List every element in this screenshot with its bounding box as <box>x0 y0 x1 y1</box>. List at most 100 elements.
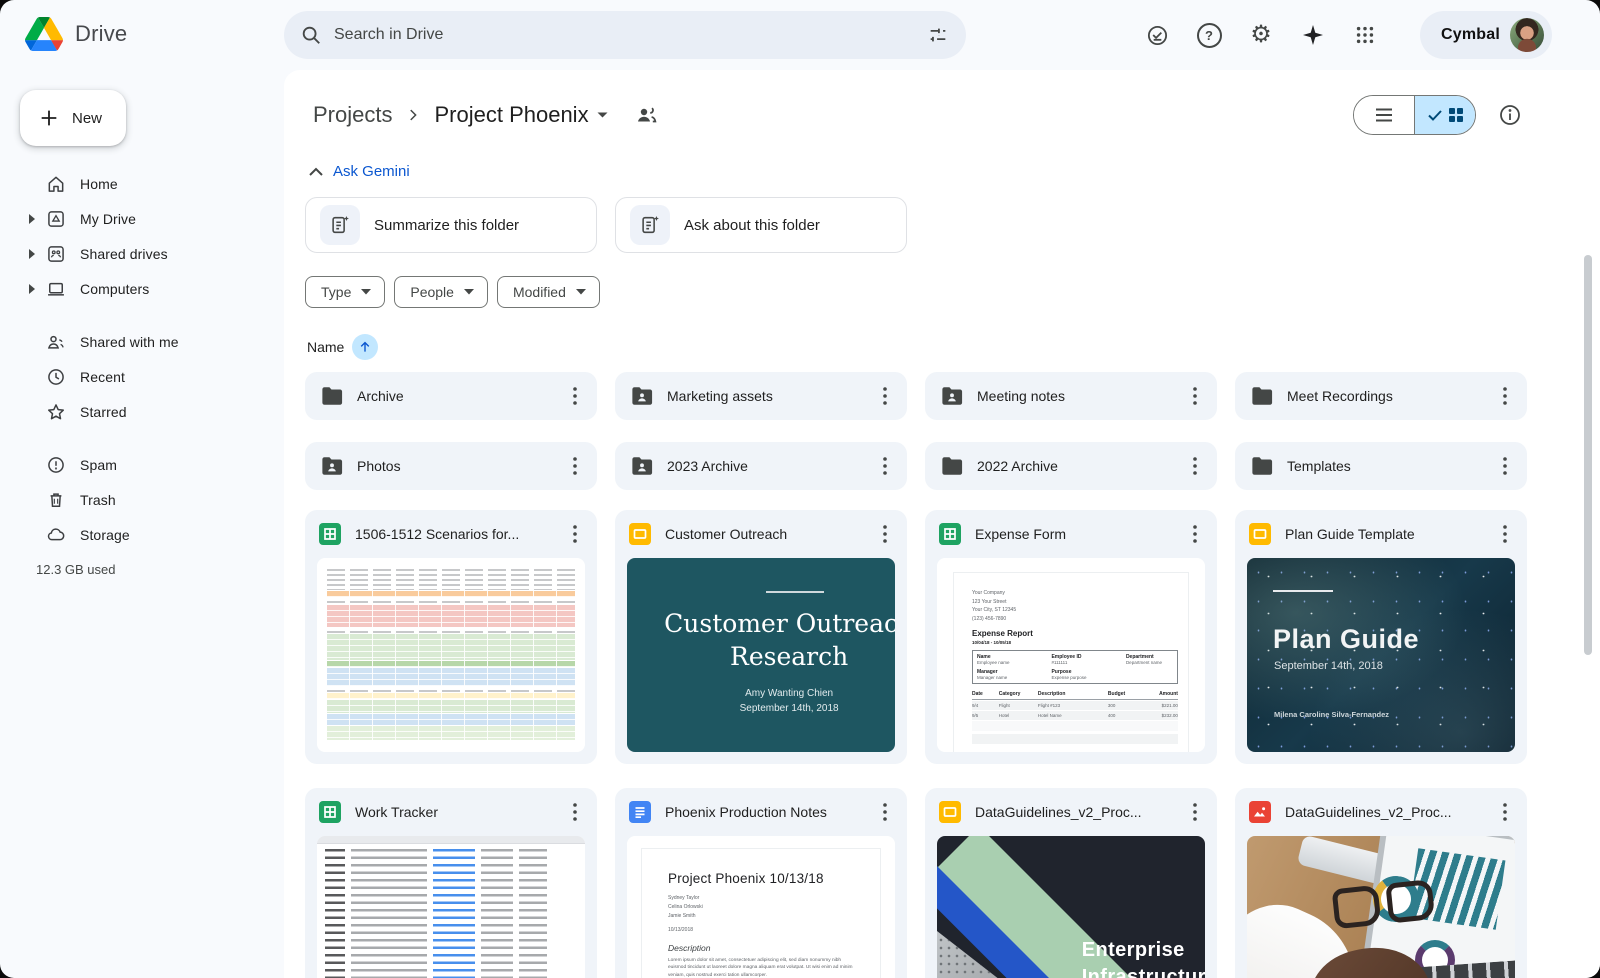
sidebar-item-label: Recent <box>80 369 125 385</box>
thumb-decoration <box>327 726 575 740</box>
slide-byline: Milena Caroline Silva-Fernandez <box>1274 710 1389 719</box>
more-options-icon[interactable] <box>1489 380 1521 412</box>
file-card[interactable]: Plan Guide Template Plan Guide September… <box>1235 510 1527 764</box>
shared-drives-icon <box>45 244 66 264</box>
arrow-up-icon[interactable] <box>352 334 378 360</box>
type-filter-chip[interactable]: Type <box>305 276 385 308</box>
file-card[interactable]: 1506-1512 Scenarios for... <box>305 510 597 764</box>
manage-members-icon[interactable] <box>634 103 658 127</box>
more-options-icon[interactable] <box>869 450 901 482</box>
file-card[interactable]: Customer Outreach Customer OutreachResea… <box>615 510 907 764</box>
file-card[interactable]: Work Tracker <box>305 788 597 978</box>
avatar[interactable] <box>1510 18 1544 52</box>
more-options-icon[interactable] <box>559 450 591 482</box>
plus-icon <box>38 107 60 129</box>
slide-title: Plan Guide <box>1273 624 1419 655</box>
people-filter-chip[interactable]: People <box>394 276 488 308</box>
file-card[interactable]: Expense Form Your Company 123 Your Stree… <box>925 510 1217 764</box>
file-card[interactable]: Phoenix Production Notes Project Phoenix… <box>615 788 907 978</box>
folder-tile[interactable]: Meeting notes <box>925 372 1217 420</box>
more-options-icon[interactable] <box>1179 518 1211 550</box>
more-options-icon[interactable] <box>1489 796 1521 828</box>
gemini-sparkle-icon[interactable] <box>1293 15 1333 55</box>
more-options-icon[interactable] <box>1179 380 1211 412</box>
thumb-decoration <box>327 634 575 660</box>
help-icon[interactable]: ? <box>1189 15 1229 55</box>
advanced-search-tune-icon[interactable] <box>918 15 958 55</box>
thumb-decoration <box>972 734 1178 744</box>
file-card[interactable]: DataGuidelines_v2_Proc... <box>1235 788 1527 978</box>
more-options-icon[interactable] <box>559 796 591 828</box>
settings-gear-icon[interactable]: ⚙ <box>1241 15 1281 55</box>
storage-used-text: 12.3 GB used <box>0 552 272 577</box>
folder-tile[interactable]: 2023 Archive <box>615 442 907 490</box>
sidebar-item-home[interactable]: Home <box>0 166 272 201</box>
more-options-icon[interactable] <box>869 518 901 550</box>
search-bar[interactable] <box>284 11 966 59</box>
ask-gemini-toggle[interactable]: Ask Gemini <box>284 135 1600 180</box>
sidebar-item-storage[interactable]: Storage <box>0 517 272 552</box>
expand-chevron-icon[interactable] <box>28 284 45 294</box>
folder-tile[interactable]: Meet Recordings <box>1235 372 1527 420</box>
breadcrumb-current[interactable]: Project Phoenix <box>426 98 615 132</box>
sidebar-item-trash[interactable]: Trash <box>0 482 272 517</box>
grid-view-button-selected[interactable] <box>1414 96 1475 134</box>
folder-tile[interactable]: Photos <box>305 442 597 490</box>
filter-chips: Type People Modified <box>305 276 1600 308</box>
more-options-icon[interactable] <box>1179 450 1211 482</box>
folder-tile[interactable]: 2022 Archive <box>925 442 1217 490</box>
name-sort-control[interactable]: Name <box>307 334 1600 360</box>
sidebar-item-shared-with-me[interactable]: Shared with me <box>0 324 272 359</box>
more-options-icon[interactable] <box>1489 450 1521 482</box>
doc-sparkle-icon <box>630 205 670 245</box>
thumb-text: Your Company <box>972 589 1188 598</box>
sidebar-item-starred[interactable]: Starred <box>0 394 272 429</box>
folder-tile[interactable]: Marketing assets <box>615 372 907 420</box>
sidebar-item-recent[interactable]: Recent <box>0 359 272 394</box>
more-options-icon[interactable] <box>1489 518 1521 550</box>
search-input[interactable] <box>332 25 918 45</box>
sidebar-item-spam[interactable]: Spam <box>0 447 272 482</box>
more-options-icon[interactable] <box>1179 796 1211 828</box>
sidebar-item-computers[interactable]: Computers <box>0 271 272 306</box>
modified-filter-chip[interactable]: Modified <box>497 276 600 308</box>
sidebar-item-label: Spam <box>80 457 117 473</box>
nav-section-gap <box>0 429 272 447</box>
more-options-icon[interactable] <box>559 518 591 550</box>
thumb-decoration <box>327 693 575 699</box>
apps-grid-icon[interactable] <box>1345 15 1385 55</box>
doc-body-text: Lorem ipsum dolor sit amet, consectetuer… <box>668 957 860 978</box>
sidebar-item-shared-drives[interactable]: Shared drives <box>0 236 272 271</box>
folder-tile[interactable]: Templates <box>1235 442 1527 490</box>
info-icon[interactable] <box>1498 103 1522 127</box>
list-view-button[interactable] <box>1354 96 1414 134</box>
suggestion-label: Ask about this folder <box>684 217 820 234</box>
more-options-icon[interactable] <box>869 380 901 412</box>
account-pill[interactable]: Cymbal <box>1420 11 1552 59</box>
slide-thumbnail: Enterprise Infrastructure <box>937 836 1205 978</box>
new-button[interactable]: New <box>20 90 126 146</box>
file-grid: 1506-1512 Scenarios for... <box>305 510 1600 978</box>
thumb-decoration <box>327 714 575 725</box>
drive-brand[interactable]: Drive <box>25 17 127 51</box>
file-name: DataGuidelines_v2_Proc... <box>975 804 1179 820</box>
doc-date: 10/13/2018 <box>668 927 860 933</box>
new-button-label: New <box>72 110 102 127</box>
more-options-icon[interactable] <box>559 380 591 412</box>
offline-status-icon[interactable] <box>1137 15 1177 55</box>
summarize-folder-button[interactable]: Summarize this folder <box>305 197 597 253</box>
folder-tile[interactable]: Archive <box>305 372 597 420</box>
vertical-scrollbar[interactable] <box>1584 255 1592 655</box>
folder-icon <box>941 456 963 476</box>
slides-file-icon <box>629 523 651 545</box>
home-icon <box>45 174 66 194</box>
expand-chevron-icon[interactable] <box>28 249 45 259</box>
sidebar-item-my-drive[interactable]: My Drive <box>0 201 272 236</box>
search-icon[interactable] <box>300 24 322 46</box>
more-options-icon[interactable] <box>869 796 901 828</box>
expand-chevron-icon[interactable] <box>28 214 45 224</box>
ask-about-folder-button[interactable]: Ask about this folder <box>615 197 907 253</box>
breadcrumb-parent[interactable]: Projects <box>305 98 400 132</box>
layout-toggle <box>1353 95 1476 135</box>
file-card[interactable]: DataGuidelines_v2_Proc... Enterprise Inf… <box>925 788 1217 978</box>
